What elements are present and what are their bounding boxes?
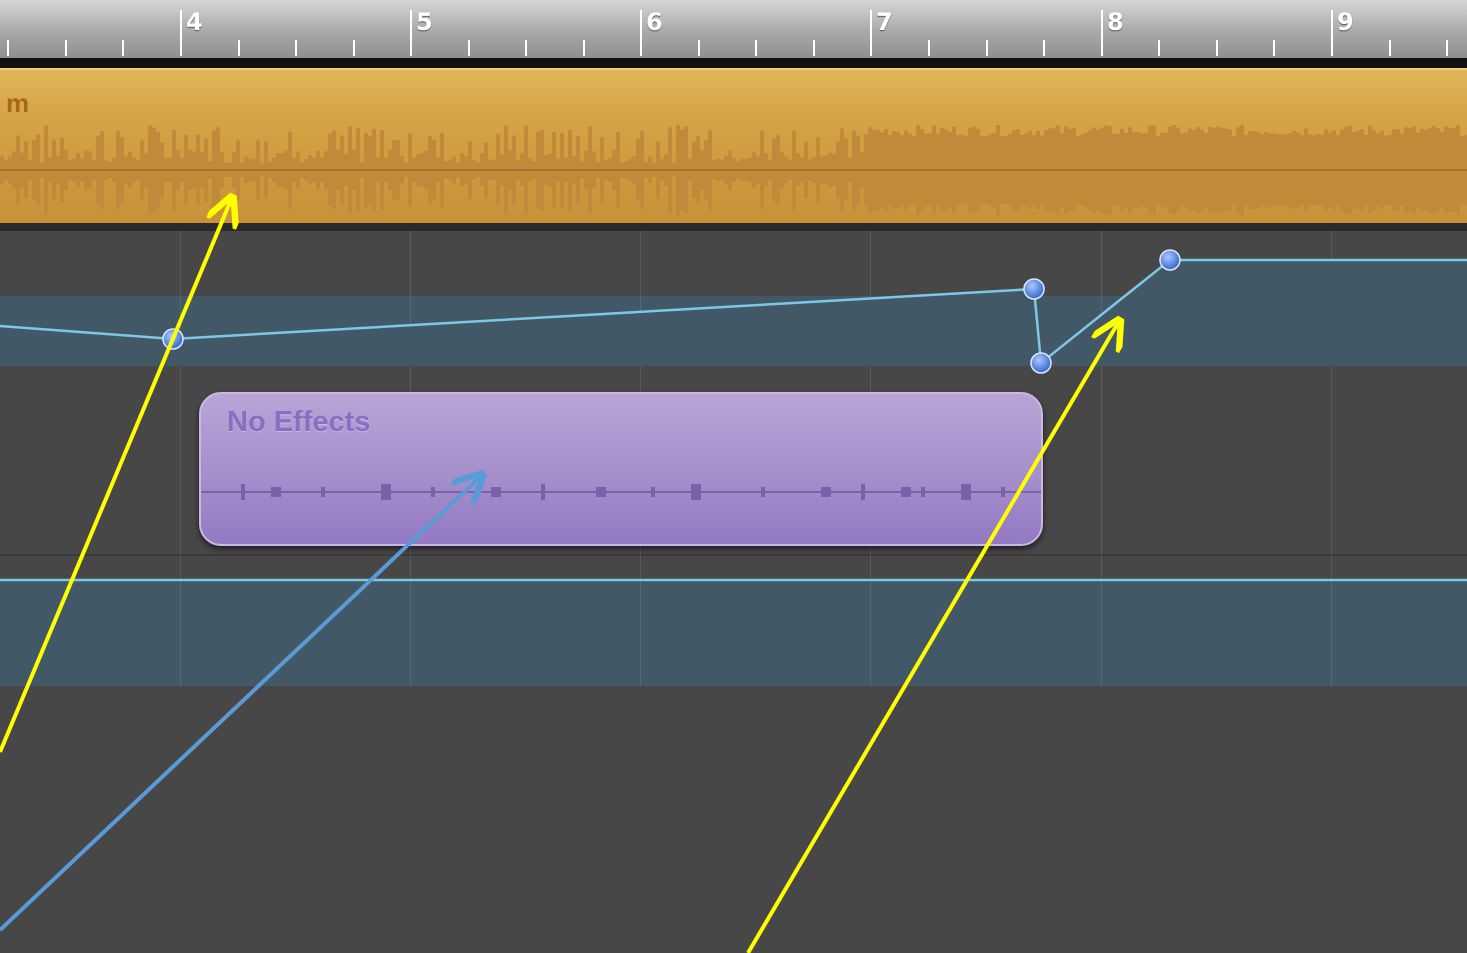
automation-point[interactable] [1030,352,1052,374]
automation-fill [0,260,1467,366]
automation-point[interactable] [1159,249,1181,271]
automation-point[interactable] [1023,278,1045,300]
automation-overlay [0,0,1467,953]
annotation-arrow-yellow-2 [746,323,1118,953]
annotation-arrow-yellow-1 [0,200,231,753]
annotation-arrow-blue [0,477,480,932]
timeline-editor: 456789 m No Effects [0,0,1467,953]
